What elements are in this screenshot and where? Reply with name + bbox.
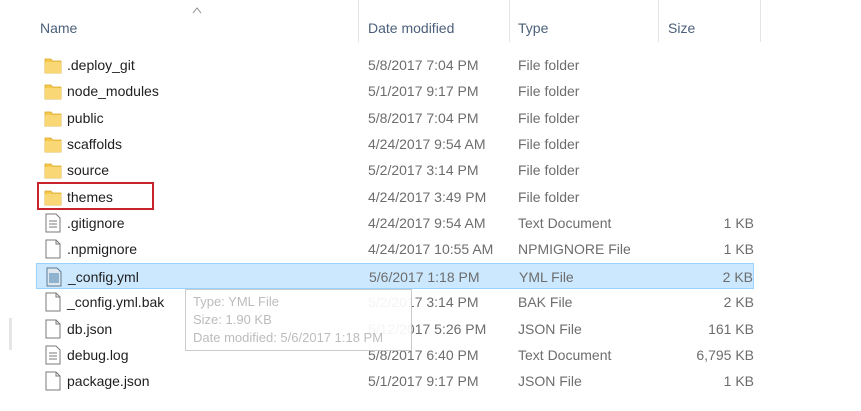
folder-icon xyxy=(44,55,62,75)
column-divider[interactable] xyxy=(658,0,659,42)
folder-icon xyxy=(44,108,62,128)
blank-file-icon xyxy=(44,292,62,312)
file-name: node_modules xyxy=(67,83,159,100)
file-size xyxy=(674,105,754,131)
file-name: _config.yml.bak xyxy=(67,294,165,311)
file-date-modified: 4/24/2017 9:54 AM xyxy=(368,136,486,153)
file-row[interactable]: .gitignore 4/24/2017 9:54 AM Text Document… xyxy=(36,210,754,236)
file-info-tooltip: Type: YML File Size: 1.90 KB Date modifi… xyxy=(185,289,412,351)
file-date-modified: 5/2/2017 3:14 PM xyxy=(368,162,479,179)
sort-ascending-icon xyxy=(192,7,202,14)
file-name: db.json xyxy=(67,320,113,337)
file-size: 1 KB xyxy=(723,373,754,390)
file-date-modified: 4/24/2017 9:54 AM xyxy=(368,215,486,232)
file-type: File folder xyxy=(518,188,580,205)
folder-icon xyxy=(44,81,62,101)
file-name: .deploy_git xyxy=(67,57,135,73)
file-name: .npmignore xyxy=(67,241,138,258)
file-date-modified: 4/24/2017 10:55 AM xyxy=(368,241,494,258)
file-row[interactable]: package.json 5/1/2017 9:17 PM JSON File 1 K… xyxy=(36,368,754,394)
column-header-date-modified[interactable]: Date modified xyxy=(368,0,454,42)
file-size: 1 KB xyxy=(723,241,754,258)
red-highlight-box xyxy=(37,181,154,210)
file-row[interactable]: node_modules 5/1/2017 9:17 PM File folder xyxy=(36,78,754,104)
text-file-icon xyxy=(44,213,62,233)
file-name: package.json xyxy=(67,373,150,390)
file-size: 6,795 KB xyxy=(696,346,754,363)
column-divider[interactable] xyxy=(509,0,510,42)
blank-file-icon xyxy=(44,319,62,339)
file-date-modified: 5/1/2017 9:17 PM xyxy=(368,373,479,390)
file-size xyxy=(674,131,754,157)
file-type: JSON File xyxy=(518,320,582,337)
file-type: YML File xyxy=(519,268,574,285)
folder-icon xyxy=(44,160,62,180)
file-row[interactable]: .deploy_git 5/8/2017 7:04 PM File folder xyxy=(36,52,754,78)
blank-file-icon xyxy=(44,239,62,259)
column-divider[interactable] xyxy=(358,0,359,42)
file-name: scaffolds xyxy=(67,136,122,153)
file-size: 2 KB xyxy=(723,294,754,311)
file-name: source xyxy=(67,162,110,179)
column-header-bar: Name Date modified Type Size xyxy=(0,0,861,52)
file-row[interactable]: public 5/8/2017 7:04 PM File folder xyxy=(36,105,754,131)
text-file-icon xyxy=(44,345,62,365)
file-name: debug.log xyxy=(67,346,129,363)
file-type: File folder xyxy=(518,162,580,179)
file-size xyxy=(674,78,754,104)
file-type: Text Document xyxy=(518,215,612,232)
file-name: _config.yml xyxy=(68,268,139,285)
file-type: NPMIGNORE File xyxy=(518,241,631,258)
column-header-type[interactable]: Type xyxy=(518,0,548,42)
yml-file-icon xyxy=(45,267,63,287)
file-type: File folder xyxy=(518,83,580,100)
blank-file-icon xyxy=(44,371,62,391)
tooltip-size: Size: 1.90 KB xyxy=(193,312,272,327)
tooltip-type: Type: YML File xyxy=(193,294,279,309)
file-name: .gitignore xyxy=(67,215,125,232)
file-date-modified: 5/1/2017 9:17 PM xyxy=(368,83,479,100)
file-row[interactable]: _config.yml 5/6/2017 1:18 PM YML File 2 KB xyxy=(36,262,754,289)
file-type: JSON File xyxy=(518,373,582,390)
file-size xyxy=(674,184,754,210)
file-row[interactable]: scaffolds 4/24/2017 9:54 AM File folder xyxy=(36,131,754,157)
file-type: BAK File xyxy=(518,294,573,311)
column-header-name[interactable]: Name xyxy=(40,0,77,42)
folder-icon xyxy=(44,134,62,154)
column-header-size[interactable]: Size xyxy=(668,0,695,42)
scroll-edge-marker xyxy=(9,318,12,350)
tooltip-date-modified: Date modified: 5/6/2017 1:18 PM xyxy=(193,330,384,345)
file-type: Text Document xyxy=(518,346,612,363)
file-row[interactable]: source 5/2/2017 3:14 PM File folder xyxy=(36,157,754,183)
file-date-modified: 5/8/2017 7:04 PM xyxy=(368,57,479,73)
file-date-modified: 4/24/2017 3:49 PM xyxy=(368,188,487,205)
file-date-modified: 5/6/2017 1:18 PM xyxy=(369,268,480,285)
file-size: 161 KB xyxy=(708,320,754,337)
file-size: 2 KB xyxy=(722,268,753,285)
file-name: public xyxy=(67,109,104,126)
file-date-modified: 5/8/2017 7:04 PM xyxy=(368,109,479,126)
column-divider[interactable] xyxy=(760,0,761,42)
file-size xyxy=(674,52,754,78)
file-size xyxy=(674,157,754,183)
file-type: File folder xyxy=(518,136,580,153)
file-row[interactable]: .npmignore 4/24/2017 10:55 AM NPMIGNORE Fi… xyxy=(36,236,754,262)
file-type: File folder xyxy=(518,57,580,73)
file-type: File folder xyxy=(518,109,580,126)
file-size: 1 KB xyxy=(723,215,754,232)
